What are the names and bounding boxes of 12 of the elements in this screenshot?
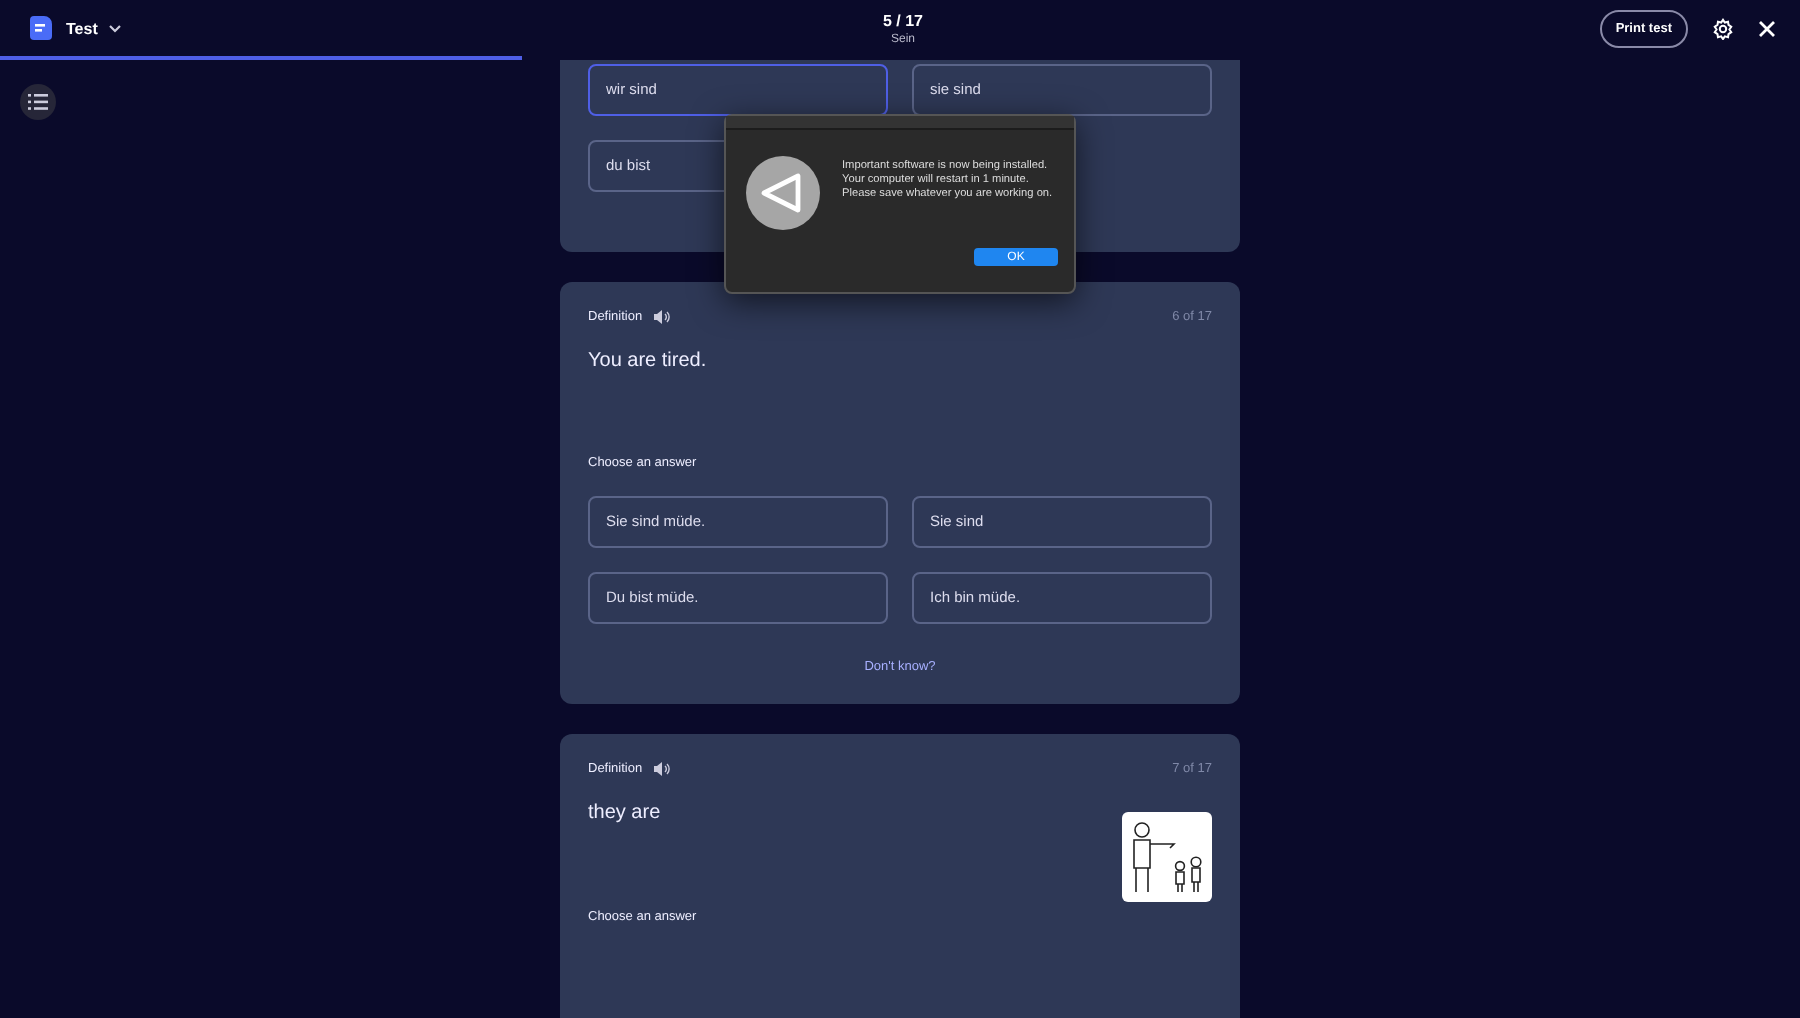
close-icon[interactable] — [1757, 19, 1776, 37]
test-menu-button[interactable]: Test — [66, 19, 122, 37]
speaker-icon[interactable] — [654, 309, 671, 323]
progress-counter: 5 / 17 — [882, 11, 923, 29]
settings-icon[interactable] — [1711, 17, 1734, 39]
speaker-icon[interactable] — [654, 761, 671, 775]
caret-icon — [107, 23, 122, 33]
list-icon — [28, 93, 48, 109]
prompt-text: You are tired. — [588, 349, 707, 375]
prompt-text: they are — [588, 801, 661, 827]
list-toggle-button[interactable] — [20, 83, 56, 119]
document-icon — [30, 16, 52, 40]
